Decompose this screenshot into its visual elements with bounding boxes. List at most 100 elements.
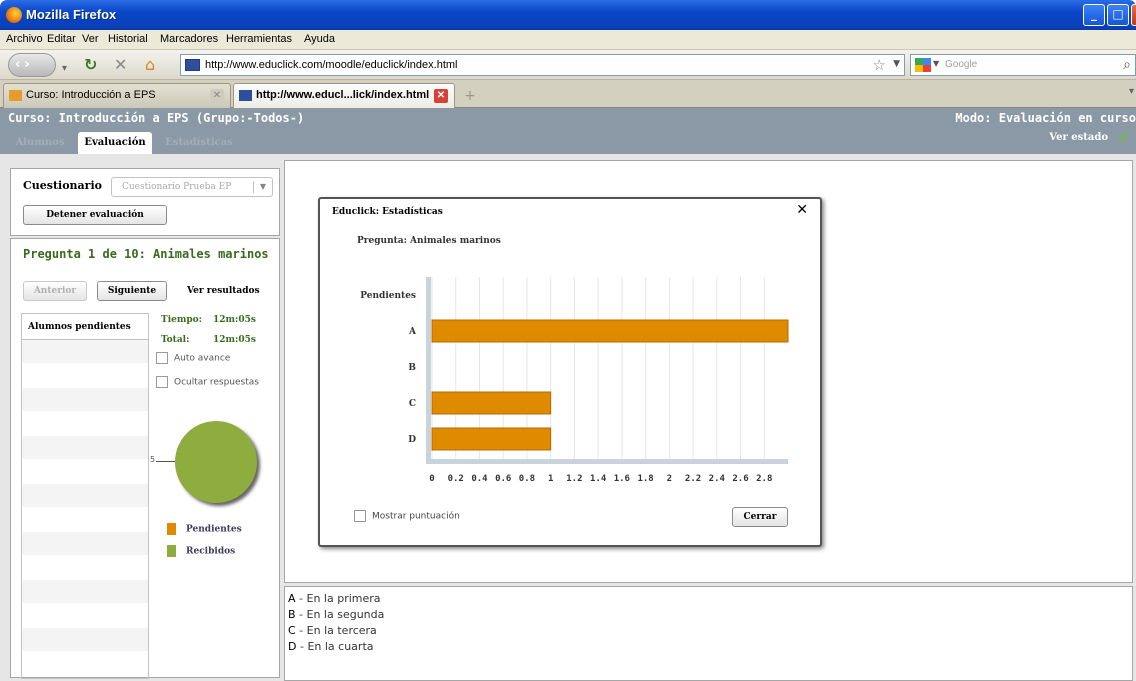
- quiz-select[interactable]: Cuestionario Prueba EP ▼: [111, 177, 273, 197]
- legend-pending-label: Pendientes: [186, 524, 242, 535]
- check-icon[interactable]: ✓: [1117, 127, 1132, 148]
- x-tick-label: 2.6: [732, 474, 748, 484]
- legend-pending: Pendientes: [167, 523, 242, 535]
- url-dropdown-icon[interactable]: ▼: [893, 59, 900, 69]
- auto-advance-row[interactable]: Auto avance: [156, 352, 230, 364]
- search-bar[interactable]: ▼ Google ⌕: [910, 54, 1136, 76]
- menu-editar[interactable]: Editar: [47, 33, 76, 45]
- category-label: D: [408, 435, 416, 445]
- stop-icon[interactable]: ✕: [114, 55, 127, 75]
- url-text[interactable]: http://www.educlick.com/moodle/educlick/…: [205, 59, 458, 71]
- search-engine-dropdown-icon[interactable]: ▼: [933, 59, 939, 68]
- menu-herramientas[interactable]: Herramientas: [226, 33, 292, 45]
- category-label: Pendientes: [360, 291, 416, 301]
- pending-students-header: Alumnos pendientes: [22, 314, 148, 340]
- x-tick-label: 1: [548, 474, 553, 484]
- back-forward-button[interactable]: ‹›: [8, 53, 56, 77]
- x-tick-label: 2.8: [756, 474, 772, 484]
- menu-marcadores[interactable]: Marcadores: [160, 33, 218, 45]
- history-dropdown-icon[interactable]: ▾: [62, 59, 67, 79]
- new-tab-icon[interactable]: +: [461, 87, 479, 105]
- legend-received-swatch: [167, 545, 176, 557]
- menu-ayuda[interactable]: Ayuda: [304, 33, 335, 45]
- menu-bar: Archivo Editar Ver Historial Marcadores …: [0, 30, 1136, 50]
- status-link[interactable]: Ver estado: [1049, 132, 1108, 143]
- hide-answers-label: Ocultar respuestas: [174, 377, 259, 388]
- show-score-row[interactable]: Mostrar puntuación: [354, 510, 460, 522]
- show-score-checkbox[interactable]: [354, 510, 366, 522]
- auto-advance-checkbox[interactable]: [156, 352, 168, 364]
- tab-educlick[interactable]: http://www.educl...lick/index.html ✕: [233, 83, 455, 108]
- menu-ver[interactable]: Ver: [82, 33, 99, 45]
- x-tick-label: 0.6: [495, 474, 511, 484]
- menu-historial[interactable]: Historial: [108, 33, 148, 45]
- answers-panel: A - En la primera B - En la segunda C - …: [284, 586, 1133, 681]
- quiz-panel: Cuestionario Cuestionario Prueba EP ▼ De…: [10, 168, 280, 236]
- minimize-button[interactable]: _: [1083, 4, 1105, 26]
- search-input[interactable]: Google: [945, 59, 977, 70]
- y-axis-band: [426, 277, 431, 459]
- list-item: [22, 508, 148, 532]
- home-icon[interactable]: ⌂: [145, 55, 155, 75]
- tab-evaluacion[interactable]: Evaluación: [78, 132, 152, 154]
- x-tick-label: 0.4: [471, 474, 488, 484]
- list-item: [22, 652, 148, 676]
- tab-course[interactable]: Curso: Introducción a EPS ✕: [3, 83, 231, 108]
- pie-label: 5: [150, 455, 156, 464]
- answer-c: C - En la tercera: [288, 624, 377, 637]
- x-tick-label: 1.6: [614, 474, 630, 484]
- menu-archivo[interactable]: Archivo: [6, 33, 43, 45]
- bar: [431, 427, 552, 451]
- tab-close-icon[interactable]: ✕: [210, 89, 224, 103]
- time-value: 12m:05s: [213, 315, 256, 325]
- bar: [431, 391, 552, 415]
- maximize-button[interactable]: □: [1107, 4, 1129, 26]
- reload-icon[interactable]: ↻: [84, 55, 97, 75]
- legend-received-label: Recibidos: [186, 546, 236, 557]
- x-tick-label: 0: [429, 474, 434, 484]
- answer-c-letter: C: [288, 624, 296, 637]
- list-item: [22, 340, 148, 364]
- total-row: Total: 12m:05s: [161, 335, 256, 345]
- list-item: [22, 532, 148, 556]
- x-tick-label: 1.2: [566, 474, 582, 484]
- tab-alumnos[interactable]: Alumnos: [6, 132, 74, 154]
- next-button[interactable]: Siguiente: [97, 281, 167, 301]
- close-dialog-button[interactable]: Cerrar: [732, 507, 788, 527]
- answer-d-text: - En la cuarta: [296, 640, 374, 653]
- url-bar[interactable]: http://www.educlick.com/moodle/educlick/…: [180, 54, 905, 76]
- view-results-link[interactable]: Ver resultados: [187, 286, 260, 296]
- tab-list-icon[interactable]: ▾: [1129, 86, 1134, 97]
- course-title: Curso: Introducción a EPS (Grupo:-Todos-…: [8, 111, 305, 125]
- statistics-dialog: Pendientes A B C D 0 0.2 0.4 0.6 0.8 1 1.2 1.4 1.6 1.8…: [318, 197, 822, 547]
- hide-answers-checkbox[interactable]: [156, 376, 168, 388]
- legend-received: Recibidos: [167, 545, 235, 557]
- search-engine-icon[interactable]: [915, 58, 931, 72]
- mode-label: Modo: Evaluación en curso: [955, 111, 1136, 125]
- close-window-button[interactable]: X: [1131, 4, 1136, 26]
- app-header: Curso: Introducción a EPS (Grupo:-Todos-…: [0, 108, 1136, 154]
- answer-a-text: - En la primera: [295, 592, 381, 605]
- firefox-icon: [6, 7, 22, 23]
- time-label: Tiempo:: [161, 315, 202, 325]
- bookmark-star-icon[interactable]: ☆: [873, 56, 886, 74]
- x-tick-label: 2.4: [709, 474, 726, 484]
- list-item: [22, 580, 148, 604]
- moodle-icon: [9, 90, 22, 101]
- list-item: [22, 556, 148, 580]
- category-label: B: [408, 363, 416, 373]
- stop-evaluation-button[interactable]: Detener evaluación: [23, 205, 167, 225]
- list-item: [22, 388, 148, 412]
- close-icon[interactable]: ✕: [796, 202, 808, 218]
- previous-button[interactable]: Anterior: [23, 281, 87, 301]
- list-item: [22, 436, 148, 460]
- chevron-down-icon: ▼: [259, 182, 266, 191]
- tab-close-icon[interactable]: ✕: [434, 89, 448, 103]
- pending-students-rows: [22, 340, 148, 676]
- search-icon[interactable]: ⌕: [1123, 57, 1131, 73]
- total-value: 12m:05s: [213, 335, 256, 345]
- hide-answers-row[interactable]: Ocultar respuestas: [156, 376, 259, 388]
- x-tick-label: 0.2: [448, 474, 464, 484]
- tab-estadisticas[interactable]: Estadísticas: [156, 132, 242, 154]
- tab-strip: Curso: Introducción a EPS ✕ http://www.e…: [0, 80, 1136, 108]
